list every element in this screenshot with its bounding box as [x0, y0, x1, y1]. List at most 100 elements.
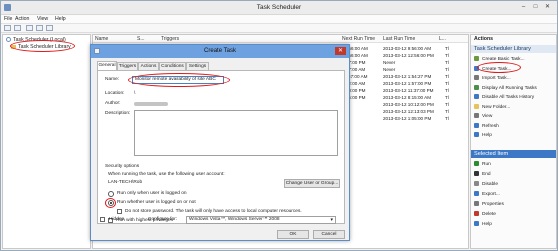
location-value: \	[134, 91, 136, 96]
hidden-checkbox[interactable]	[100, 217, 105, 222]
selected-action-item[interactable]: Delete	[474, 211, 496, 217]
menu-file[interactable]: File	[4, 16, 12, 22]
security-prompt: When running the task, use the following…	[108, 172, 225, 177]
task-list-header: Name S... Triggers Next Run Time Last Ru…	[93, 35, 468, 43]
library-action-item[interactable]: View	[474, 113, 492, 119]
tab-actions[interactable]: Actions	[138, 62, 159, 70]
col-last-run[interactable]: Last Run Time	[383, 35, 415, 43]
configure-for-select[interactable]: Windows Vista™, Windows Server™ 2008 ▾	[186, 216, 336, 224]
ok-button[interactable]: OK	[277, 230, 309, 239]
col-status[interactable]: S...	[137, 35, 145, 43]
library-action-item[interactable]: Import Task...	[474, 75, 511, 81]
selected-action-item[interactable]: Run	[474, 161, 491, 167]
library-action-item[interactable]: New Folder...	[474, 103, 510, 110]
last-run-cell: 2013-03-12 9:56:00 AM	[383, 46, 432, 51]
tab-general[interactable]: General	[97, 61, 117, 70]
change-user-button[interactable]: Change User or Group...	[284, 179, 340, 188]
library-action-item[interactable]: Help	[474, 132, 492, 138]
title-bar: Task Scheduler – □ ✕	[1, 1, 557, 15]
selected-action-item[interactable]: Help	[474, 221, 492, 227]
action-icon	[474, 84, 479, 90]
name-label: Name:	[105, 77, 120, 82]
folder-icon	[11, 45, 16, 49]
actions-pane: Actions Task Scheduler Library Create Ba…	[470, 34, 557, 249]
description-label: Description:	[105, 111, 131, 116]
menu-bar: File Action View Help	[1, 15, 557, 24]
library-action-item[interactable]: Disable All Tasks History	[474, 94, 534, 100]
clock-icon	[6, 37, 11, 42]
author-value-redacted	[134, 102, 168, 106]
radio-whether-logged-on[interactable]	[108, 200, 114, 206]
selected-action-item[interactable]: End	[474, 171, 491, 177]
cancel-button[interactable]: Cancel	[313, 230, 345, 239]
action-icon	[474, 181, 479, 186]
tab-settings[interactable]: Settings	[186, 62, 209, 70]
last-run-cell: Never	[383, 67, 396, 72]
action-icon	[474, 171, 479, 176]
back-icon[interactable]	[4, 25, 11, 31]
dialog-close-button[interactable]: ✕	[335, 47, 346, 55]
library-action-item[interactable]: Create Task...	[474, 65, 512, 72]
menu-action[interactable]: Action	[15, 16, 29, 22]
tab-triggers[interactable]: Triggers	[117, 62, 138, 70]
help-icon[interactable]	[46, 25, 53, 31]
selected-item-title[interactable]: Selected Item	[471, 150, 556, 158]
task-name-field[interactable]: Monitor remote availability of site ABC	[132, 76, 224, 84]
last-result-cell: Tl	[445, 81, 449, 86]
maximize-button[interactable]: □	[532, 4, 539, 11]
col-last-result[interactable]: L...	[439, 35, 446, 43]
col-next-run[interactable]: Next Run Time	[342, 35, 375, 43]
last-run-cell: 2013-03-12 8:15:00 AM	[383, 95, 432, 100]
col-triggers[interactable]: Triggers	[161, 35, 179, 43]
last-result-cell: Tl	[445, 74, 449, 79]
general-tab-panel: Name: Monitor remote availability of sit…	[97, 70, 345, 224]
tree-library[interactable]: Task Scheduler Library	[11, 44, 71, 50]
last-run-cell: 2013-03-12 1:54:27 PM	[383, 74, 432, 79]
minimize-button[interactable]: –	[520, 4, 527, 11]
action-icon	[474, 103, 479, 109]
last-run-cell: 2013-03-12 12:56:00 PM	[383, 53, 434, 58]
tab-conditions[interactable]: Conditions	[159, 62, 186, 70]
last-run-cell: 2013-03-12 1:57:00 PM	[383, 81, 432, 86]
last-run-cell: 2013-03-12 11:37:00 PM	[383, 88, 434, 93]
user-account: LAN-TECH\Rob	[108, 180, 143, 185]
chevron-down-icon: ▾	[330, 217, 333, 223]
selected-action-item[interactable]: Export...	[474, 191, 500, 197]
action-icon	[474, 191, 479, 196]
close-button[interactable]: ✕	[544, 4, 551, 11]
no-store-password-checkbox[interactable]	[117, 209, 122, 214]
last-result-cell: Tl	[445, 109, 449, 114]
library-action-item[interactable]: Refresh	[474, 122, 499, 129]
library-actions-title[interactable]: Task Scheduler Library	[471, 45, 556, 53]
action-icon	[474, 56, 479, 61]
tree-root[interactable]: Task Scheduler (Local)	[6, 37, 66, 43]
show-hide-tree-icon[interactable]	[26, 25, 33, 31]
col-name[interactable]: Name	[95, 35, 108, 43]
action-icon	[474, 94, 479, 99]
tree-pane: Task Scheduler (Local) Task Scheduler Li…	[2, 34, 91, 249]
library-action-item[interactable]: Display All Running Tasks	[474, 84, 537, 91]
forward-icon[interactable]	[14, 25, 21, 31]
author-label: Author:	[105, 101, 121, 106]
menu-view[interactable]: View	[37, 16, 48, 22]
last-result-cell: Tl	[445, 46, 449, 51]
action-icon	[474, 65, 479, 71]
selected-action-item[interactable]: Properties	[474, 201, 504, 207]
library-action-item[interactable]: Create Basic Task...	[474, 56, 525, 62]
action-icon	[474, 132, 479, 137]
properties-icon[interactable]	[36, 25, 43, 31]
description-field[interactable]	[134, 110, 338, 156]
last-run-cell: 2013-03-12 10:12:00 PM	[383, 102, 434, 107]
last-result-cell: Tl	[445, 67, 449, 72]
last-run-cell: 2013-03-12 12:13:03 PM	[383, 109, 434, 114]
radio-logged-on[interactable]	[108, 191, 114, 197]
selected-action-item[interactable]: Disable	[474, 181, 498, 187]
configure-for-label: Configure for:	[148, 217, 178, 222]
last-run-cell: 2013-03-12 1:05:00 PM	[383, 116, 432, 121]
action-icon	[474, 201, 479, 206]
menu-help[interactable]: Help	[55, 16, 66, 22]
window-title: Task Scheduler	[256, 4, 302, 11]
location-label: Location:	[105, 91, 125, 96]
dialog-title-bar: Create Task ✕	[91, 45, 349, 58]
last-run-cell: Never	[383, 60, 396, 65]
